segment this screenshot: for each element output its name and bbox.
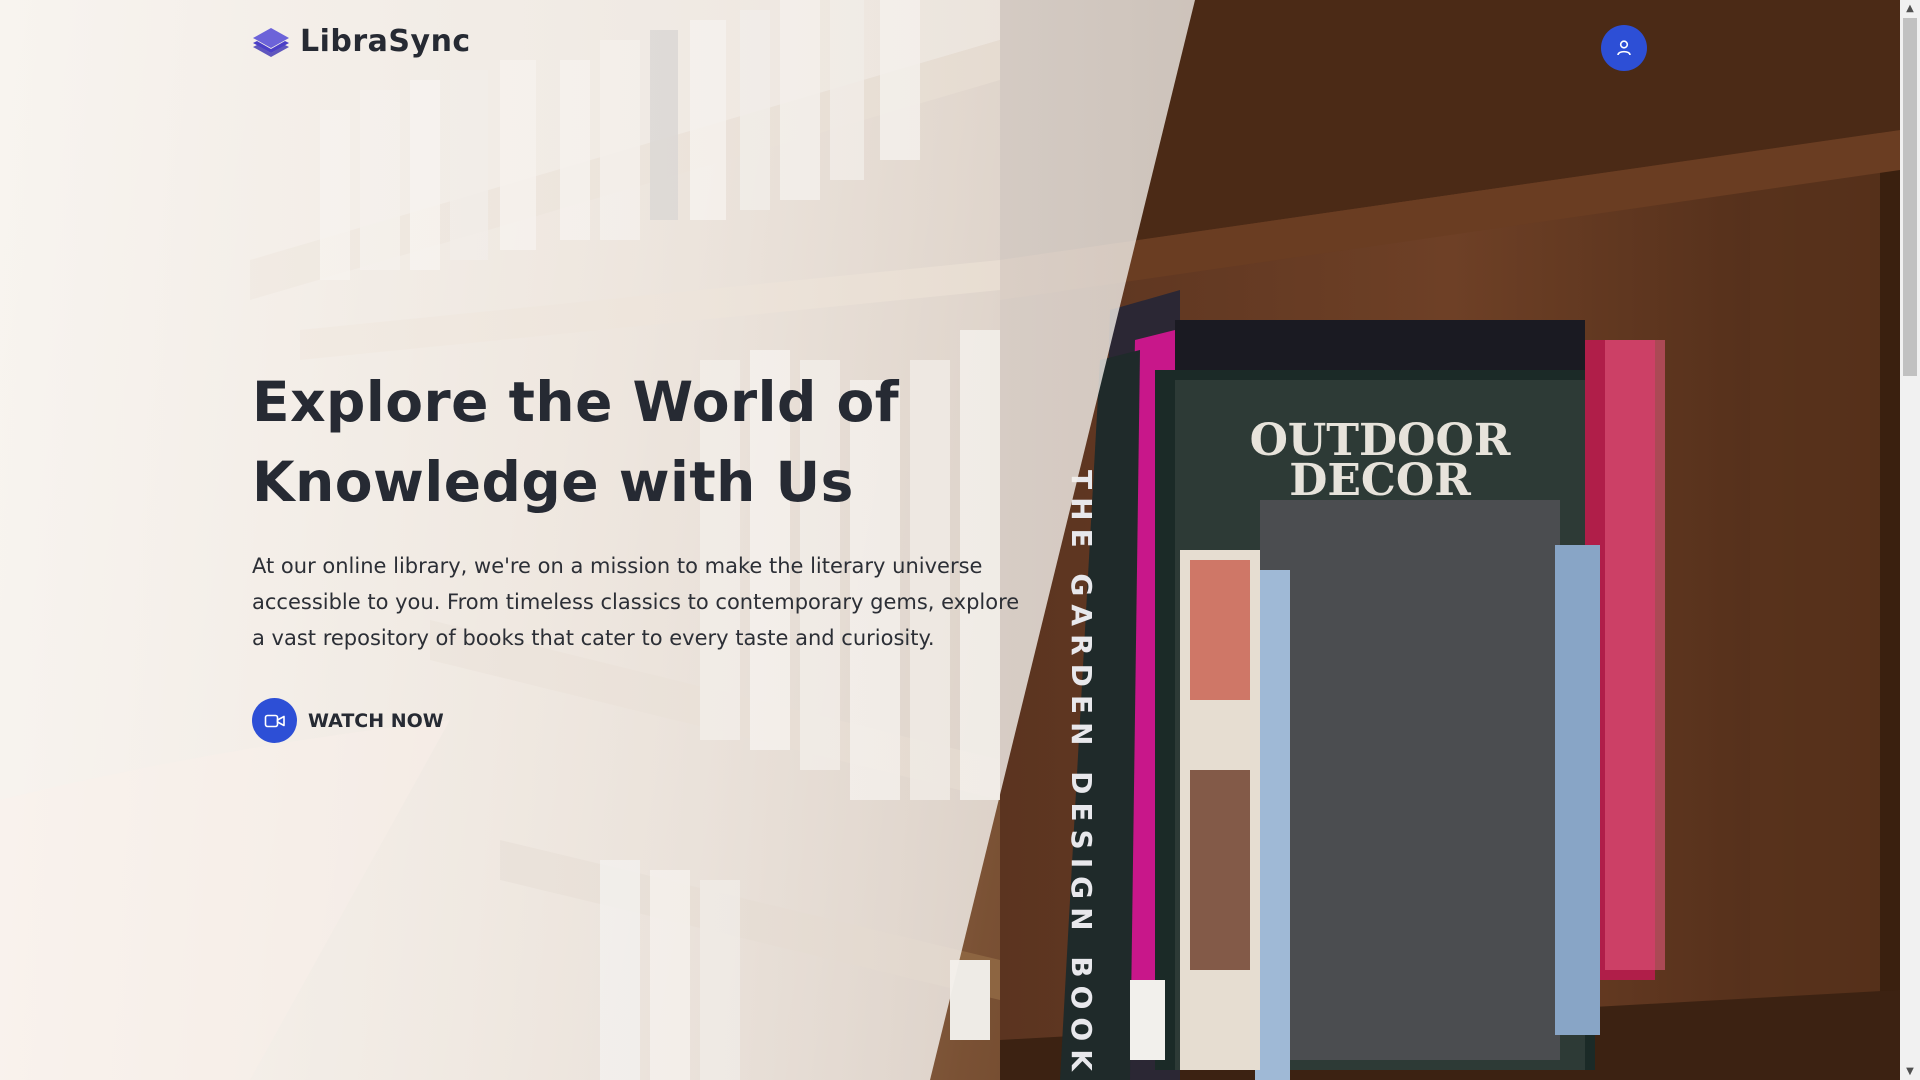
user-icon [1617, 40, 1631, 56]
scroll-up-arrow[interactable]: ▲ [1900, 0, 1920, 17]
book-cover-title-2: DECOR [1289, 455, 1471, 506]
watch-now-label[interactable]: WATCH NOW [308, 710, 444, 732]
book-spine-title: THE GARDEN DESIGN BOOK [1065, 470, 1098, 1079]
hero-title-line-1: Explore the World of [252, 370, 900, 434]
vertical-scrollbar[interactable]: ▲ ▼ [1900, 0, 1920, 1080]
watch-now-button[interactable]: WATCH NOW [252, 698, 1032, 743]
hero-title: Explore the World of Knowledge with Us [252, 362, 1032, 522]
video-camera-icon [264, 714, 285, 727]
page: OUTDOOR DECOR THE GARDEN DESIGN BOOK Lib… [0, 0, 1920, 1080]
brand-logo[interactable]: LibraSync [252, 24, 471, 59]
hero-title-line-2: Knowledge with Us [252, 450, 854, 514]
brand-name: LibraSync [300, 24, 471, 59]
user-account-button[interactable] [1601, 25, 1647, 71]
hero-description: At our online library, we're on a missio… [252, 554, 1020, 650]
watch-icon-circle[interactable] [252, 698, 297, 743]
hero-section: Explore the World of Knowledge with Us A… [252, 362, 1032, 743]
layers-icon [253, 27, 289, 57]
scrollbar-thumb[interactable] [1903, 18, 1917, 376]
scroll-down-arrow[interactable]: ▼ [1900, 1063, 1920, 1080]
